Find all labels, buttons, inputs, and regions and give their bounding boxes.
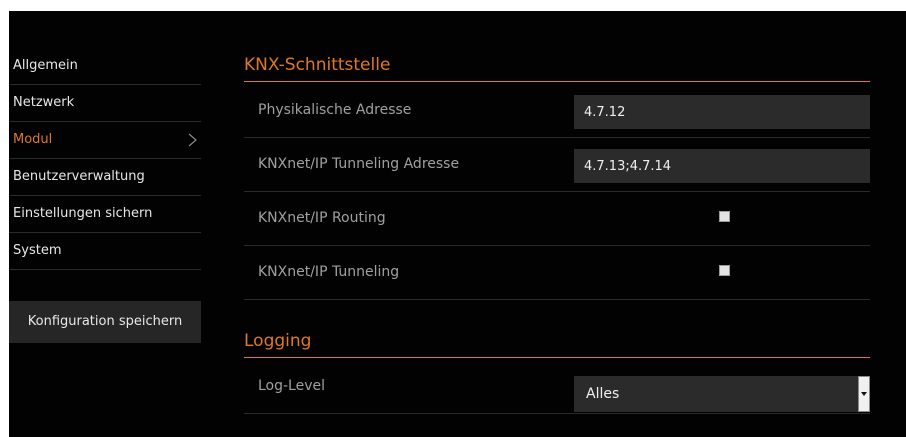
log-level-value: Alles: [586, 386, 620, 402]
app-window: Allgemein Netzwerk Modul Benutzerverwalt…: [9, 11, 906, 437]
sidebar-item-benutzerverwaltung[interactable]: Benutzerverwaltung: [9, 159, 201, 196]
sidebar-item-modul[interactable]: Modul: [9, 122, 201, 159]
routing-row: KNXnet/IP Routing: [244, 192, 870, 246]
save-configuration-button[interactable]: Konfiguration speichern: [9, 301, 201, 343]
tunneling-label: KNXnet/IP Tunneling: [258, 264, 400, 280]
sidebar: Allgemein Netzwerk Modul Benutzerverwalt…: [9, 48, 201, 270]
tunneling-address-row: KNXnet/IP Tunneling Adresse: [244, 138, 870, 192]
sidebar-item-label: Modul: [13, 132, 53, 147]
routing-label: KNXnet/IP Routing: [258, 210, 386, 226]
tunneling-address-label: KNXnet/IP Tunneling Adresse: [258, 156, 460, 172]
sidebar-item-label: Einstellungen sichern: [13, 206, 153, 221]
logging-section-title: Logging: [244, 331, 870, 358]
physical-address-label: Physikalische Adresse: [258, 102, 412, 118]
sidebar-item-einstellungen-sichern[interactable]: Einstellungen sichern: [9, 196, 201, 233]
log-level-label: Log-Level: [258, 378, 326, 394]
physical-address-input[interactable]: [574, 95, 870, 129]
log-level-select[interactable]: Alles: [574, 376, 870, 412]
tunneling-address-input[interactable]: [574, 149, 870, 183]
sidebar-item-label: Benutzerverwaltung: [13, 169, 145, 184]
tunneling-row: KNXnet/IP Tunneling: [244, 246, 870, 300]
chevron-down-icon[interactable]: [858, 376, 870, 412]
sidebar-item-system[interactable]: System: [9, 233, 201, 270]
log-level-row: Log-Level Alles: [244, 360, 870, 414]
sidebar-item-netzwerk[interactable]: Netzwerk: [9, 85, 201, 122]
sidebar-item-allgemein[interactable]: Allgemein: [9, 48, 201, 85]
physical-address-row: Physikalische Adresse: [244, 84, 870, 138]
tunneling-checkbox[interactable]: [719, 265, 730, 276]
sidebar-item-label: Allgemein: [13, 58, 78, 73]
routing-checkbox[interactable]: [719, 211, 730, 222]
sidebar-item-label: System: [13, 243, 62, 258]
sidebar-item-label: Netzwerk: [13, 95, 75, 110]
knx-section-title: KNX-Schnittstelle: [244, 55, 870, 82]
chevron-right-icon: [188, 133, 197, 147]
